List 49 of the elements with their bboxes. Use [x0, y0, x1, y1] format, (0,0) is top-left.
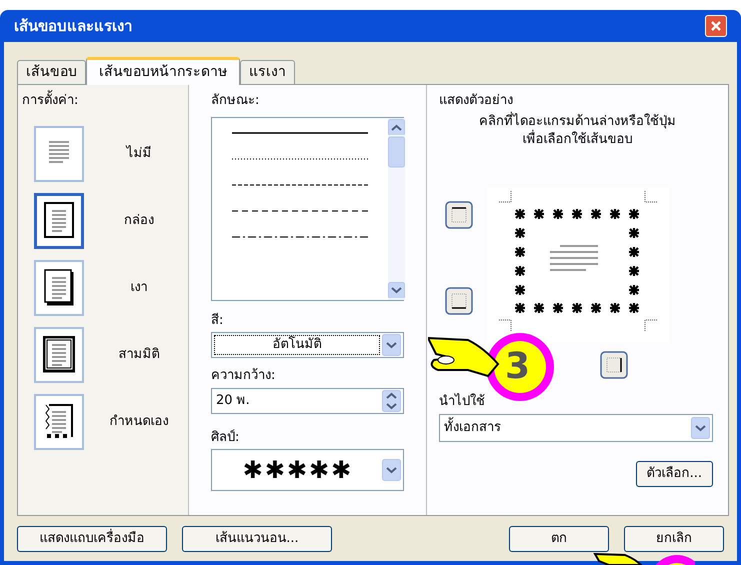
setting-label: เงา	[130, 278, 148, 297]
callout-number: 3	[505, 345, 530, 389]
border-toggle-icon[interactable]	[445, 201, 473, 229]
page-icon	[43, 403, 75, 440]
scroll-down-icon[interactable]	[388, 282, 405, 298]
dialog-button[interactable]: เส้นแนวนอน...	[182, 526, 332, 552]
color-label: สี:	[211, 312, 224, 330]
tab[interactable]: เส้นขอบ	[17, 60, 86, 84]
apply-to-label: นำไปใช้	[439, 392, 485, 411]
page-icon	[43, 202, 75, 239]
border-toggle-icon[interactable]	[600, 351, 628, 379]
close-button[interactable]	[705, 15, 727, 37]
settings-label: การตั้งค่า:	[22, 91, 78, 110]
width-dropdown[interactable]: 20 พ.	[211, 388, 404, 414]
width-label: ความกว้าง:	[211, 367, 276, 385]
page-icon	[43, 269, 75, 306]
line-style[interactable]	[232, 132, 368, 134]
border-toggle-icon[interactable]	[445, 287, 473, 315]
setting-label: กล่อง	[123, 212, 155, 230]
style-label: ลักษณะ:	[211, 92, 260, 110]
window-title: เส้นขอบและแรเงา	[14, 16, 132, 37]
line-style[interactable]	[232, 236, 368, 238]
scroll-bar[interactable]	[388, 118, 405, 300]
setting-option[interactable]	[34, 326, 84, 382]
close-icon	[710, 20, 722, 32]
tab[interactable]: เส้นขอบหน้ากระดาษ	[86, 57, 240, 85]
line-style[interactable]	[232, 184, 368, 186]
line-style[interactable]	[232, 210, 368, 212]
dialog-button[interactable]: ยกเลิก	[624, 526, 724, 552]
setting-label: สามมิติ	[118, 346, 160, 364]
tab[interactable]: แรเงา	[240, 60, 295, 84]
setting-option[interactable]	[34, 394, 84, 450]
color-dropdown[interactable]: อัตโนมัติ	[211, 332, 404, 358]
apply-to-dropdown[interactable]: ทั้งเอกสาร	[439, 414, 713, 442]
preview-label: แสดงตัวอย่าง	[439, 92, 513, 110]
preview-hint: คลิกที่ไดอะแกรมด้านล่างหรือใช้ปุ่มเพื่อเลือกใช้เส้นขอบ	[478, 112, 677, 148]
art-dropdown[interactable]: ✱✱✱✱✱	[211, 449, 404, 491]
setting-label: กำหนดเอง	[108, 412, 170, 431]
scroll-up-icon[interactable]	[388, 118, 405, 136]
options-button[interactable]: ตัวเลือก...	[636, 460, 713, 486]
art-label: ศิลป์:	[211, 428, 240, 446]
setting-label: ไม่มี	[124, 144, 152, 163]
page-icon	[43, 336, 75, 373]
spin-arrows-icon[interactable]	[382, 390, 401, 412]
dialog-button[interactable]: แสดงแถบเครื่องมือ	[17, 526, 167, 552]
line-style[interactable]	[232, 158, 368, 160]
setting-option[interactable]	[34, 192, 84, 248]
dialog-button[interactable]: ตก	[509, 526, 609, 552]
setting-option[interactable]	[34, 260, 84, 316]
